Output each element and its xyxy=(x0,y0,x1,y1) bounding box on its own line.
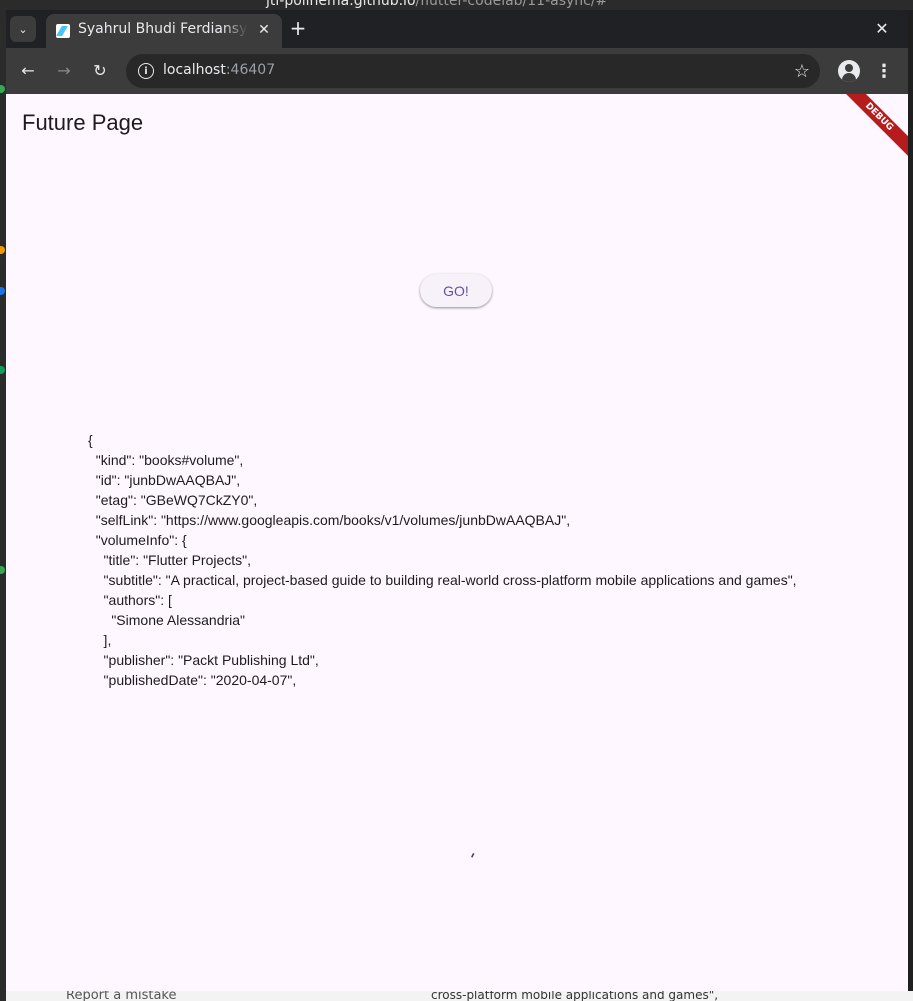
back-button[interactable]: ← xyxy=(16,58,40,82)
page-title: Future Page xyxy=(22,110,144,135)
window-close-button[interactable]: ✕ xyxy=(870,16,894,40)
result-json-line: "Simone Alessandria" xyxy=(88,612,246,628)
result-json-line: "publishedDate": "2020-04-07", xyxy=(88,672,297,688)
result-json-line: "selfLink": "https://www.googleapis.com/… xyxy=(88,512,571,528)
arrow-left-icon: ← xyxy=(21,60,35,80)
bookmark-star-icon[interactable]: ☆ xyxy=(790,59,814,83)
background-app-icon xyxy=(0,366,5,374)
result-json-line: { xyxy=(88,432,93,448)
browser-toolbar: ← → ↻ i localhost:46407 ☆ ⋮ xyxy=(6,48,908,94)
debug-banner: DEBUG xyxy=(835,94,908,161)
browser-window: ⌄ Syahrul Bhudi Ferdiansyah ✕ + ✕ ← → ↻ … xyxy=(6,10,908,991)
background-app-icon xyxy=(0,85,5,93)
flutter-favicon-icon xyxy=(56,24,70,38)
result-json-line: "publisher": "Packt Publishing Ltd", xyxy=(88,652,319,668)
background-report-link: Report a mistake xyxy=(66,991,177,1001)
result-json-line: "etag": "GBeWQ7CkZY0", xyxy=(88,492,258,508)
tab-close-icon[interactable]: ✕ xyxy=(254,20,274,40)
reload-button[interactable]: ↻ xyxy=(88,58,112,82)
new-tab-button[interactable]: + xyxy=(286,16,310,40)
tab-search-button[interactable]: ⌄ xyxy=(10,16,36,42)
forward-button[interactable]: → xyxy=(52,58,76,82)
background-page-text: cross-platform mobile applications and g… xyxy=(431,991,719,1001)
background-url: jti-polinema.github.io/flutter-codelab/1… xyxy=(266,0,608,9)
result-json-line: "authors": [ xyxy=(88,592,172,608)
background-page-bottom: Report a mistake cross-platform mobile a… xyxy=(6,991,913,1001)
background-app-icon xyxy=(0,246,5,254)
site-info-icon[interactable]: i xyxy=(138,63,154,79)
browser-menu-icon[interactable]: ⋮ xyxy=(872,59,896,83)
tab-strip: ⌄ Syahrul Bhudi Ferdiansyah ✕ + ✕ xyxy=(6,10,908,48)
page-viewport: Future Page DEBUG GO! { "kind": "books#v… xyxy=(6,94,908,991)
background-app-icon xyxy=(0,566,5,574)
result-json-text: { "kind": "books#volume", "id": "junbDwA… xyxy=(88,430,797,690)
arrow-right-icon: → xyxy=(57,60,71,80)
profile-avatar-icon[interactable] xyxy=(838,60,860,82)
active-tab[interactable]: Syahrul Bhudi Ferdiansyah ✕ xyxy=(46,14,282,48)
result-json-line: "kind": "books#volume", xyxy=(88,452,244,468)
tab-title: Syahrul Bhudi Ferdiansyah xyxy=(78,21,248,37)
result-json-line: "id": "junbDwAAQBAJ", xyxy=(88,472,241,488)
go-button[interactable]: GO! xyxy=(420,274,492,307)
url-text[interactable]: localhost:46407 xyxy=(163,62,275,78)
result-json-line: ], xyxy=(88,632,112,648)
background-app-icon xyxy=(0,287,5,295)
chevron-down-icon: ⌄ xyxy=(18,22,28,36)
result-json-line: "subtitle": "A practical, project-based … xyxy=(88,572,797,588)
result-json-line: "volumeInfo": { xyxy=(88,532,187,548)
address-bar[interactable]: i localhost:46407 ☆ xyxy=(126,54,820,88)
reload-icon: ↻ xyxy=(93,60,107,80)
background-browser-strip: jti-polinema.github.io/flutter-codelab/1… xyxy=(0,0,913,10)
loading-spinner xyxy=(471,853,475,858)
result-json-line: "title": "Flutter Projects", xyxy=(88,552,252,568)
